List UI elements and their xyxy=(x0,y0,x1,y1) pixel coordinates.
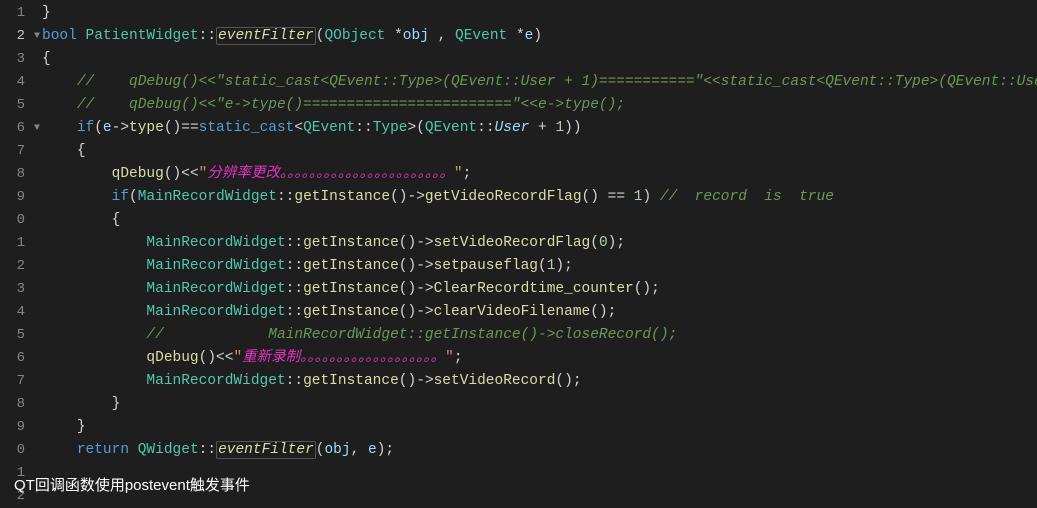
code-line: MainRecordWidget::getInstance()->setVide… xyxy=(42,370,1037,393)
line-number: 9 xyxy=(0,186,28,209)
code-line: qDebug()<<"分辨率更改。。。。。。。。。。。。。。。。。。。。。。。"… xyxy=(42,163,1037,186)
code-line: MainRecordWidget::getInstance()->ClearRe… xyxy=(42,278,1037,301)
code-line: } xyxy=(42,416,1037,439)
code-line: MainRecordWidget::getInstance()->clearVi… xyxy=(42,301,1037,324)
line-number: 1 xyxy=(0,232,28,255)
fold-icon[interactable]: ▼ xyxy=(34,117,40,140)
code-line: qDebug()<<"重新录制。。。。。。。。。。。。。。。。。。。"; xyxy=(42,347,1037,370)
line-number: 0 xyxy=(0,209,28,232)
line-number: 2 xyxy=(0,255,28,278)
code-line: if(MainRecordWidget::getInstance()->getV… xyxy=(42,186,1037,209)
line-number: 6▼ xyxy=(0,117,28,140)
code-line: // qDebug()<<"static_cast<QEvent::Type>(… xyxy=(42,71,1037,94)
line-number: 8 xyxy=(0,163,28,186)
line-number: 3 xyxy=(0,278,28,301)
line-number: 3 xyxy=(0,48,28,71)
code-line: } xyxy=(42,393,1037,416)
code-line: MainRecordWidget::getInstance()->setpaus… xyxy=(42,255,1037,278)
line-number: 5 xyxy=(0,324,28,347)
code-line: { xyxy=(42,48,1037,71)
code-line: { xyxy=(42,209,1037,232)
code-line: return QWidget::eventFilter(obj, e); xyxy=(42,439,1037,462)
line-number: 2▼ xyxy=(0,25,28,48)
line-number: 9 xyxy=(0,416,28,439)
line-number: 7 xyxy=(0,370,28,393)
line-number: 8 xyxy=(0,393,28,416)
code-line: // qDebug()<<"e->type()=================… xyxy=(42,94,1037,117)
code-line: MainRecordWidget::getInstance()->setVide… xyxy=(42,232,1037,255)
fold-icon[interactable]: ▼ xyxy=(34,25,40,48)
code-line: // MainRecordWidget::getInstance()->clos… xyxy=(42,324,1037,347)
line-number: 7 xyxy=(0,140,28,163)
line-number: 4 xyxy=(0,71,28,94)
line-number: 5 xyxy=(0,94,28,117)
line-number: 4 xyxy=(0,301,28,324)
code-line: } xyxy=(42,2,1037,25)
line-number: 1 xyxy=(0,2,28,25)
line-number: 0 xyxy=(0,439,28,462)
line-number: 6 xyxy=(0,347,28,370)
code-line: bool PatientWidget::eventFilter(QObject … xyxy=(42,25,1037,48)
code-area[interactable]: } bool PatientWidget::eventFilter(QObjec… xyxy=(28,0,1037,508)
code-line: if(e->type()==static_cast<QEvent::Type>(… xyxy=(42,117,1037,140)
gutter: 1 2▼ 3 4 5 6▼ 7 8 9 0 1 2 3 4 5 6 7 8 9 … xyxy=(0,0,28,508)
code-line: { xyxy=(42,140,1037,163)
caption-text: QT回调函数使用postevent触发事件 xyxy=(14,474,250,495)
code-editor[interactable]: 1 2▼ 3 4 5 6▼ 7 8 9 0 1 2 3 4 5 6 7 8 9 … xyxy=(0,0,1037,508)
